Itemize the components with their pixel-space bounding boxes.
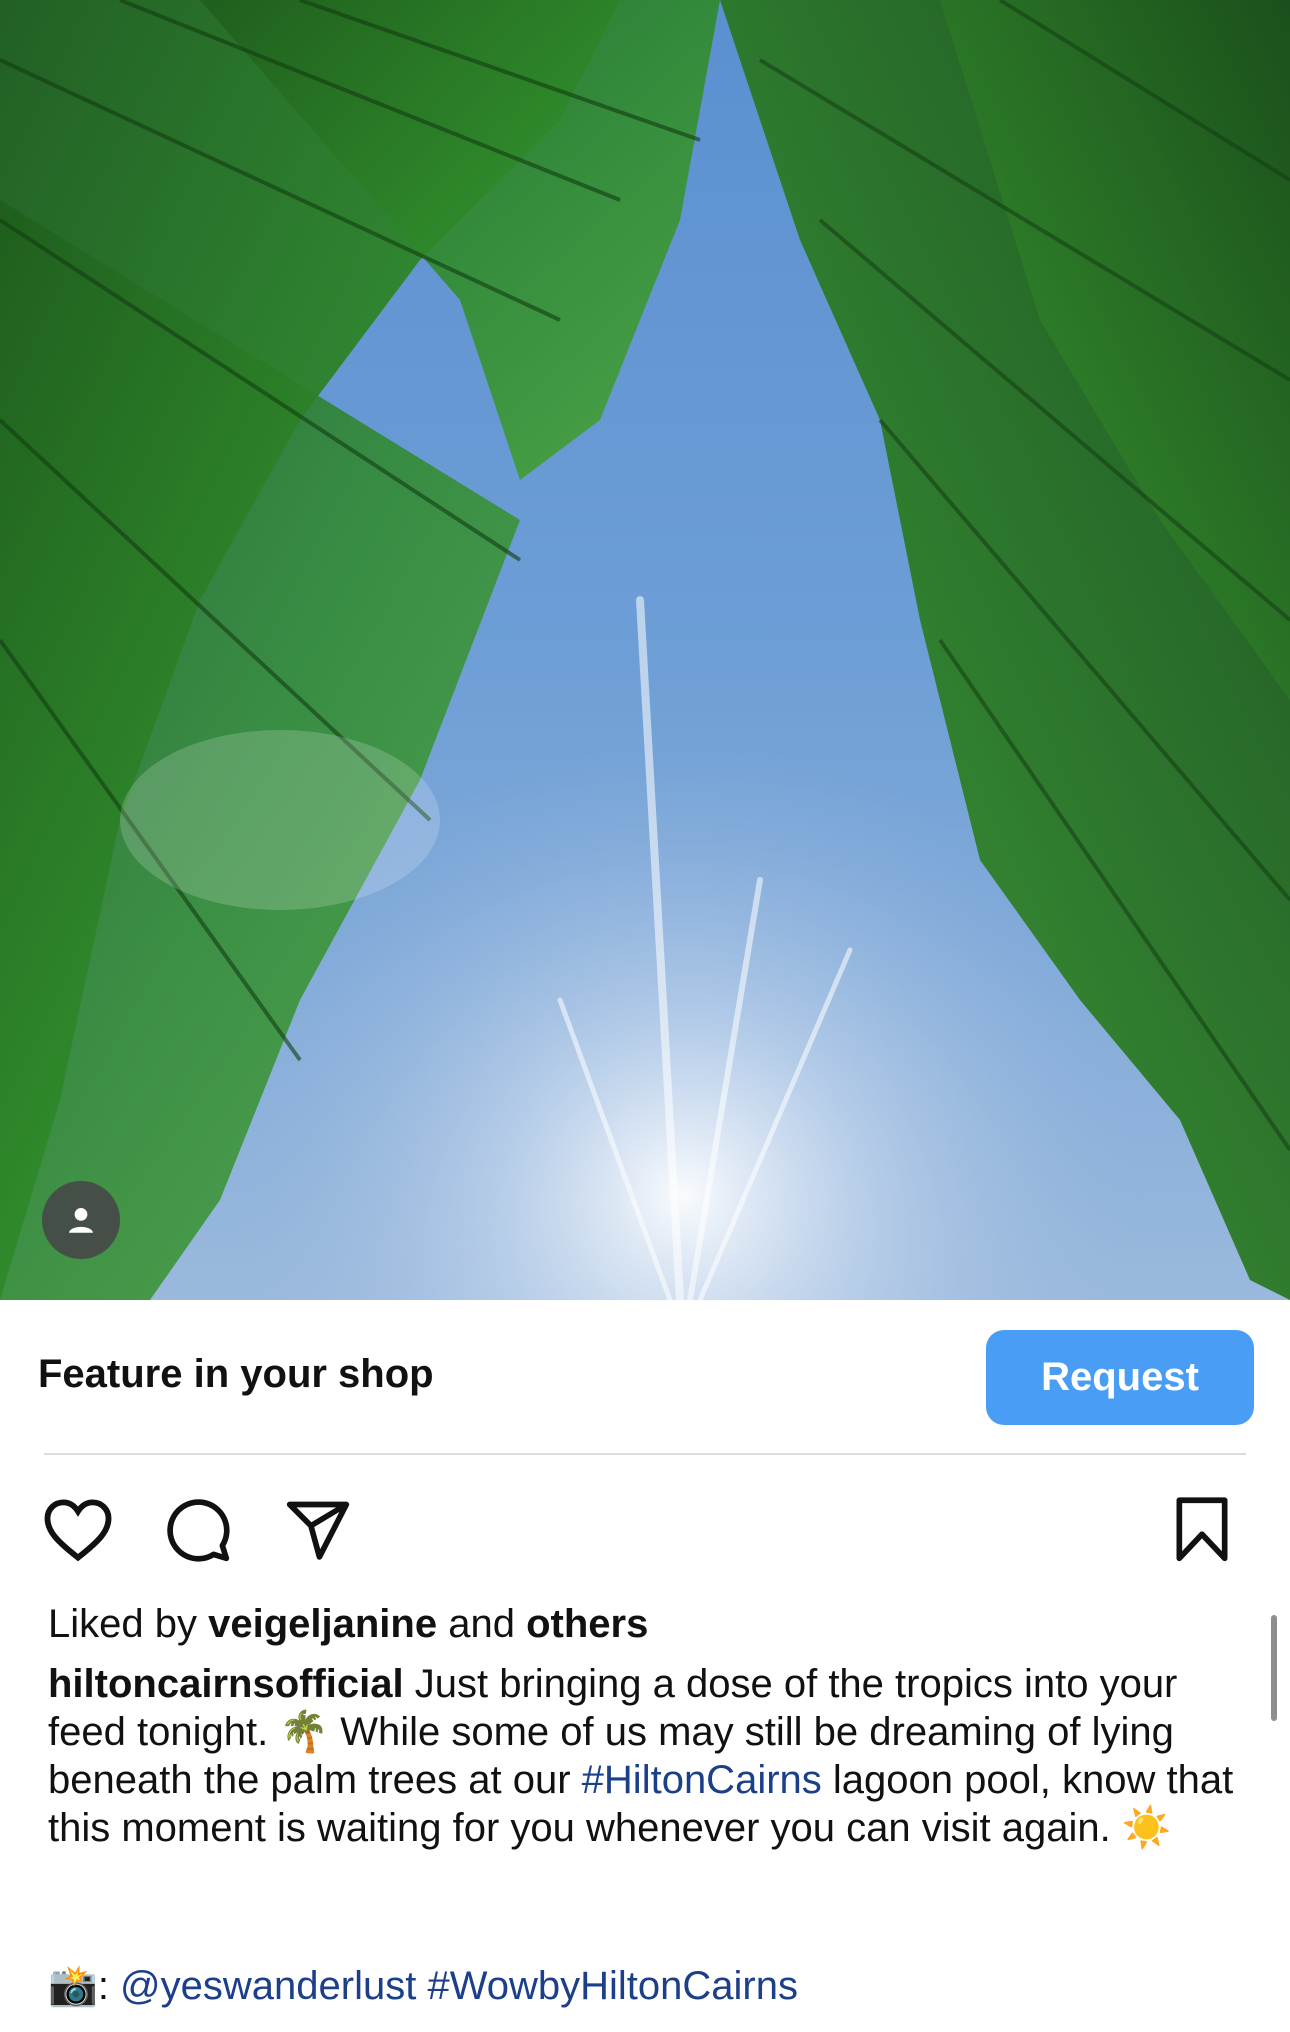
likes-line: Liked by veigeljanine and others bbox=[48, 1602, 648, 1647]
feature-in-shop-row: Feature in your shop Request bbox=[0, 1300, 1290, 1455]
share-button[interactable] bbox=[278, 1490, 358, 1570]
heart-icon bbox=[44, 1499, 112, 1562]
photo-credit-line: 📸: @yeswanderlust #WowbyHiltonCairns bbox=[48, 1962, 798, 2009]
liked-by-user-link[interactable]: veigeljanine bbox=[208, 1602, 437, 1646]
user-tag-button[interactable] bbox=[42, 1181, 120, 1259]
feature-in-shop-label: Feature in your shop bbox=[38, 1352, 434, 1396]
sun-emoji: ☀️ bbox=[1121, 1806, 1172, 1850]
likes-prefix: Liked by bbox=[48, 1602, 209, 1646]
camera-emoji: 📸 bbox=[48, 1964, 98, 2008]
post-actions-bar bbox=[0, 1490, 1290, 1580]
divider bbox=[44, 1453, 1246, 1455]
mention-yeswanderlust[interactable]: @yeswanderlust bbox=[120, 1964, 416, 2008]
share-icon bbox=[286, 1501, 350, 1560]
palm-tree-emoji: 🌴 bbox=[279, 1710, 330, 1754]
comment-icon bbox=[167, 1499, 230, 1562]
hashtag-hiltoncairns[interactable]: #HiltonCairns bbox=[582, 1758, 822, 1802]
caption-username[interactable]: hiltoncairnsofficial bbox=[48, 1662, 404, 1706]
credit-separator: : bbox=[97, 1964, 121, 2008]
user-tag-icon bbox=[68, 1207, 94, 1233]
like-button[interactable] bbox=[38, 1490, 118, 1570]
palm-trees-photo bbox=[0, 0, 1290, 1300]
request-button[interactable]: Request bbox=[986, 1330, 1254, 1425]
scrollbar[interactable] bbox=[1271, 1615, 1277, 1721]
liked-by-others-link[interactable]: others bbox=[526, 1602, 648, 1646]
comment-button[interactable] bbox=[158, 1490, 238, 1570]
hashtag-wowbyhiltoncairns[interactable]: #WowbyHiltonCairns bbox=[427, 1964, 798, 2008]
save-button[interactable] bbox=[1162, 1490, 1242, 1570]
post-caption: hiltoncairnsofficial Just bringing a dos… bbox=[48, 1660, 1248, 1852]
bookmark-icon bbox=[1176, 1497, 1228, 1562]
likes-middle: and bbox=[437, 1602, 527, 1646]
post-photo[interactable] bbox=[0, 0, 1290, 1300]
